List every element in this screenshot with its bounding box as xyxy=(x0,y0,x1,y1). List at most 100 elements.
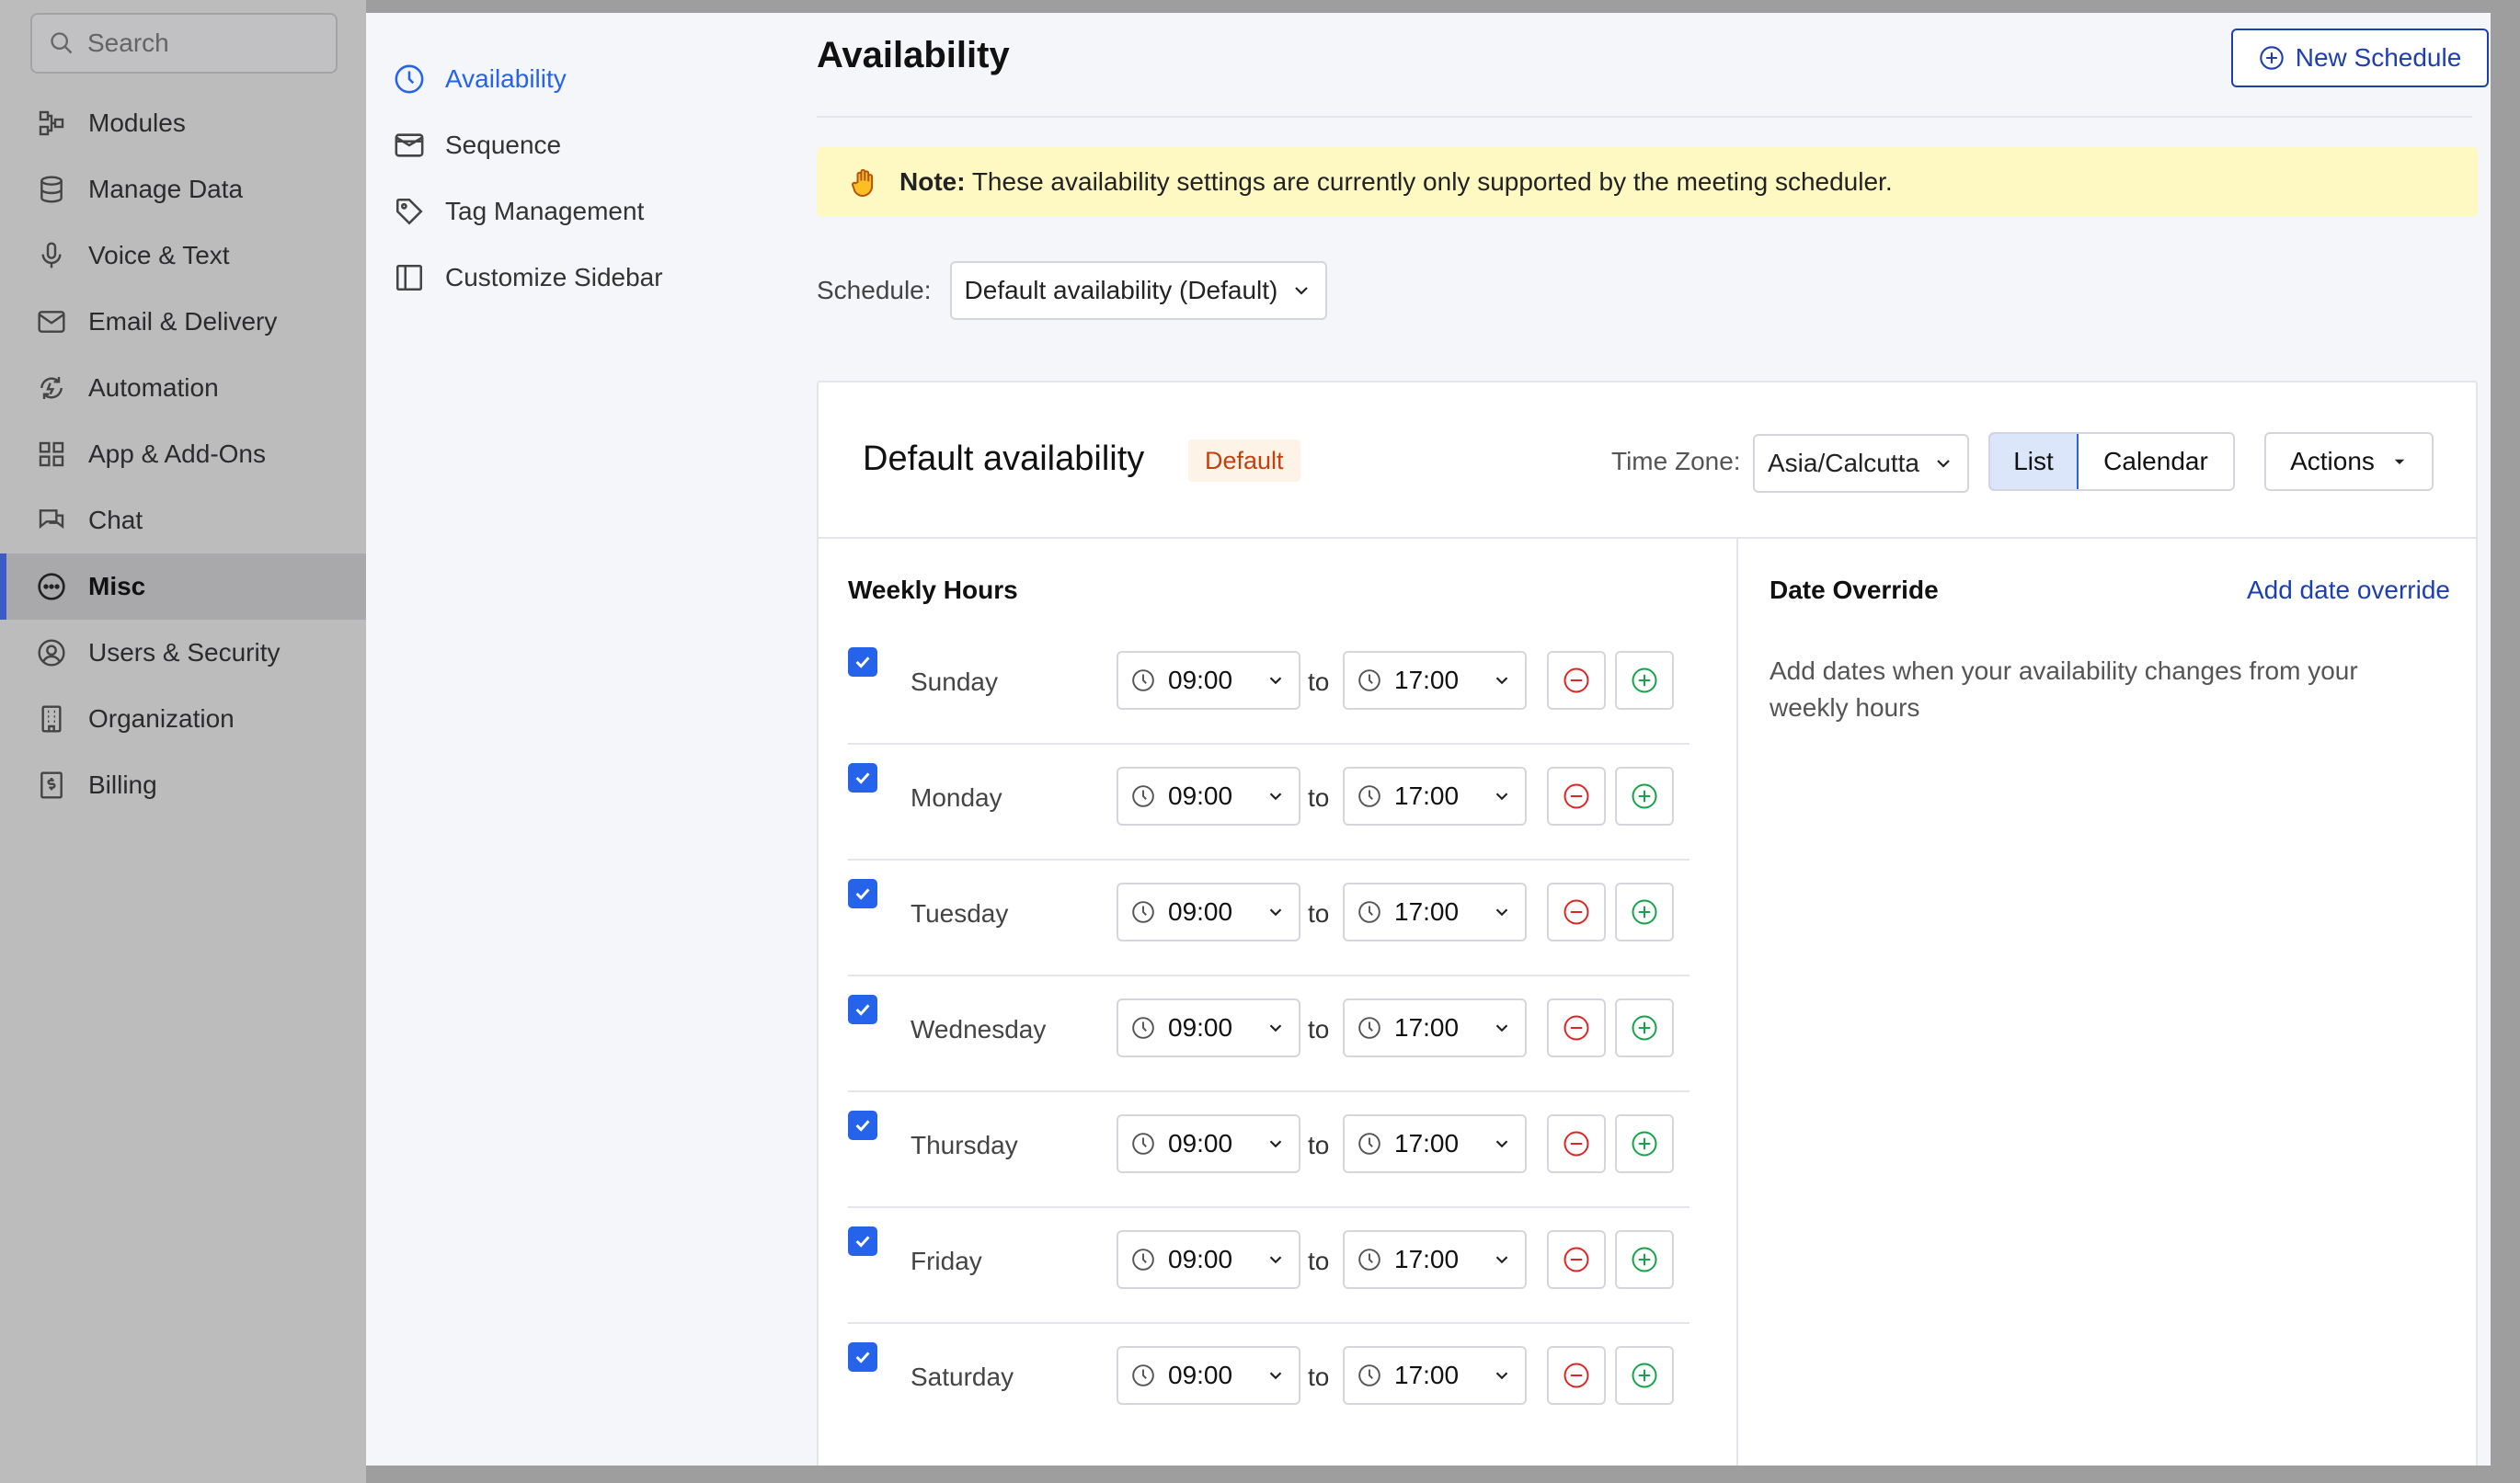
mail-icon xyxy=(35,305,68,338)
clock-icon xyxy=(1131,1016,1155,1040)
day-checkbox[interactable] xyxy=(848,1342,877,1372)
start-time-select[interactable]: 09:00 xyxy=(1117,1230,1300,1289)
day-checkbox[interactable] xyxy=(848,1111,877,1140)
start-time-select[interactable]: 09:00 xyxy=(1117,1114,1300,1173)
start-time-select[interactable]: 09:00 xyxy=(1117,767,1300,826)
chevron-down-icon xyxy=(1266,1249,1286,1270)
remove-slot-button[interactable] xyxy=(1547,1346,1606,1405)
start-time-select[interactable]: 09:00 xyxy=(1117,998,1300,1057)
plus-circle-icon xyxy=(2259,45,2285,71)
note-text: These availability settings are currentl… xyxy=(971,167,1893,196)
mail-icon xyxy=(394,130,425,161)
sidebar-item-app-addons[interactable]: App & Add-Ons xyxy=(0,421,366,487)
sidebar-item-billing[interactable]: Billing xyxy=(0,752,366,818)
end-time-select[interactable]: 17:00 xyxy=(1343,767,1527,826)
sidebar-item-chat[interactable]: Chat xyxy=(0,487,366,553)
end-time-select[interactable]: 17:00 xyxy=(1343,883,1527,941)
sidebar-item-label: Chat xyxy=(88,506,143,534)
to-label: to xyxy=(1308,899,1330,928)
settings-subnav: Availability Sequence Tag Management Cus… xyxy=(394,46,780,311)
start-time-value: 09:00 xyxy=(1168,1129,1233,1158)
remove-slot-button[interactable] xyxy=(1547,1114,1606,1173)
add-slot-button[interactable] xyxy=(1615,651,1674,710)
day-checkbox[interactable] xyxy=(848,995,877,1024)
chevron-down-icon xyxy=(1932,452,1954,474)
search-icon xyxy=(49,30,74,56)
day-row-friday: Friday 09:00 to 17:00 xyxy=(848,1208,1690,1324)
add-slot-button[interactable] xyxy=(1615,998,1674,1057)
add-slot-button[interactable] xyxy=(1615,883,1674,941)
sidebar-item-label: Modules xyxy=(88,108,186,137)
subnav-item-availability[interactable]: Availability xyxy=(394,46,780,112)
schedule-select[interactable]: Default availability (Default) xyxy=(949,261,1328,320)
end-time-select[interactable]: 17:00 xyxy=(1343,651,1527,710)
end-time-select[interactable]: 17:00 xyxy=(1343,998,1527,1057)
chevron-down-icon xyxy=(1266,786,1286,806)
end-time-select[interactable]: 17:00 xyxy=(1343,1230,1527,1289)
sidebar-item-modules[interactable]: Modules xyxy=(0,90,366,156)
chat-icon xyxy=(35,504,68,537)
actions-dropdown-button[interactable]: Actions xyxy=(2264,432,2434,491)
view-list-button[interactable]: List xyxy=(1990,434,2079,489)
card-header: Default availability Default Time Zone: … xyxy=(819,382,2476,539)
sidebar-item-label: Manage Data xyxy=(88,175,244,203)
day-checkbox[interactable] xyxy=(848,1226,877,1256)
sidebar-item-automation[interactable]: Automation xyxy=(0,355,366,421)
add-slot-button[interactable] xyxy=(1615,1346,1674,1405)
clock-icon xyxy=(394,63,425,95)
sidebar-item-voice-text[interactable]: Voice & Text xyxy=(0,222,366,289)
clock-icon xyxy=(1357,784,1381,808)
add-date-override-link[interactable]: Add date override xyxy=(2247,576,2450,605)
remove-slot-button[interactable] xyxy=(1547,998,1606,1057)
end-time-value: 17:00 xyxy=(1394,781,1460,810)
chevron-down-icon xyxy=(1492,902,1512,922)
remove-slot-button[interactable] xyxy=(1547,767,1606,826)
sidebar-item-email-delivery[interactable]: Email & Delivery xyxy=(0,289,366,355)
search-input[interactable]: Search xyxy=(30,13,338,74)
chevron-down-icon xyxy=(1290,279,1312,302)
clock-icon xyxy=(1357,1248,1381,1272)
clock-icon xyxy=(1357,1016,1381,1040)
add-slot-button[interactable] xyxy=(1615,1114,1674,1173)
subnav-item-sequence[interactable]: Sequence xyxy=(394,112,780,178)
billing-icon xyxy=(35,769,68,802)
start-time-select[interactable]: 09:00 xyxy=(1117,883,1300,941)
automation-icon xyxy=(35,371,68,405)
view-calendar-button[interactable]: Calendar xyxy=(2079,434,2233,489)
plus-circle-icon xyxy=(1631,782,1658,810)
main-sidebar: Search Modules Manage Data Voice & Text … xyxy=(0,0,366,1483)
schedule-selector-row: Schedule: Default availability (Default) xyxy=(817,261,1328,320)
end-time-value: 17:00 xyxy=(1394,1245,1460,1273)
remove-slot-button[interactable] xyxy=(1547,1230,1606,1289)
sidebar-item-organization[interactable]: Organization xyxy=(0,686,366,752)
minus-circle-icon xyxy=(1563,667,1590,694)
day-name: Monday xyxy=(911,783,1002,812)
remove-slot-button[interactable] xyxy=(1547,883,1606,941)
chevron-down-icon xyxy=(1266,902,1286,922)
end-time-select[interactable]: 17:00 xyxy=(1343,1114,1527,1173)
sidebar-nav: Modules Manage Data Voice & Text Email &… xyxy=(0,90,366,818)
day-checkbox[interactable] xyxy=(848,763,877,793)
modules-icon xyxy=(35,107,68,140)
sidebar-item-users-security[interactable]: Users & Security xyxy=(0,620,366,686)
checkmark-icon xyxy=(853,768,873,788)
sidebar-item-manage-data[interactable]: Manage Data xyxy=(0,156,366,222)
subnav-item-customize-sidebar[interactable]: Customize Sidebar xyxy=(394,245,780,311)
day-name: Saturday xyxy=(911,1363,1014,1391)
remove-slot-button[interactable] xyxy=(1547,651,1606,710)
subnav-item-tag-management[interactable]: Tag Management xyxy=(394,178,780,245)
end-time-select[interactable]: 17:00 xyxy=(1343,1346,1527,1405)
date-override-panel: Date Override Add date override Add date… xyxy=(1740,539,2480,1466)
add-slot-button[interactable] xyxy=(1615,1230,1674,1289)
timezone-select[interactable]: Asia/Calcutta xyxy=(1753,434,1969,493)
start-time-select[interactable]: 09:00 xyxy=(1117,1346,1300,1405)
new-schedule-button[interactable]: New Schedule xyxy=(2231,29,2489,87)
start-time-value: 09:00 xyxy=(1168,1245,1233,1273)
start-time-select[interactable]: 09:00 xyxy=(1117,651,1300,710)
timezone-label: Time Zone: xyxy=(1611,447,1741,475)
day-checkbox[interactable] xyxy=(848,647,877,677)
chevron-down-icon xyxy=(1492,1249,1512,1270)
add-slot-button[interactable] xyxy=(1615,767,1674,826)
day-checkbox[interactable] xyxy=(848,879,877,908)
sidebar-item-misc[interactable]: Misc xyxy=(0,553,366,620)
